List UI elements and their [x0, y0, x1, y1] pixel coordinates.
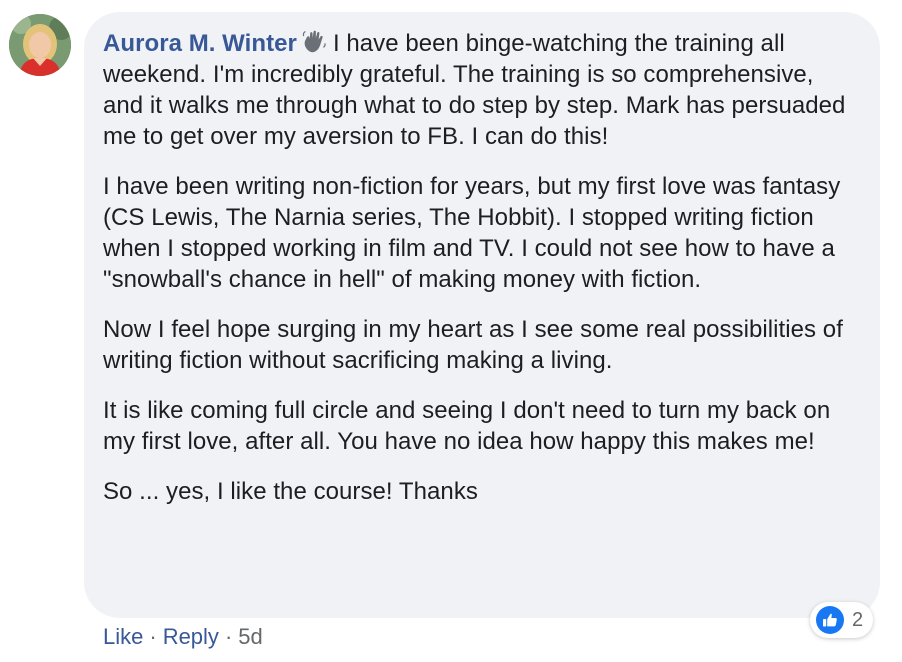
reply-button[interactable]: Reply [163, 624, 219, 649]
like-button[interactable]: Like [103, 624, 143, 649]
comment-paragraph-5: So ... yes, I like the course! Thanks [103, 478, 478, 505]
action-separator: · [149, 624, 157, 649]
action-separator: · [224, 624, 233, 649]
avatar[interactable] [9, 14, 71, 76]
avatar-photo [9, 14, 71, 76]
author-name[interactable]: Aurora M. Winter [103, 30, 297, 57]
timestamp[interactable]: 5d [238, 624, 262, 649]
comment-paragraph-4: It is like coming full circle and seeing… [103, 397, 831, 455]
comment-paragraph-2: I have been writing non-fiction for year… [103, 173, 841, 293]
comment-paragraph-1: Aurora M. Winter I have been binge-watch… [103, 28, 860, 152]
thumbs-up-icon [816, 606, 844, 634]
comment-actions: Like · Reply · 5d [103, 622, 263, 652]
reaction-summary[interactable]: 2 [810, 602, 874, 638]
wave-hand-icon [301, 29, 327, 55]
comment-paragraph-3: Now I feel hope surging in my heart as I… [103, 316, 843, 374]
comment-body: Aurora M. Winter I have been binge-watch… [103, 28, 860, 507]
comment-bubble: Aurora M. Winter I have been binge-watch… [84, 12, 880, 618]
reaction-count: 2 [852, 608, 864, 631]
